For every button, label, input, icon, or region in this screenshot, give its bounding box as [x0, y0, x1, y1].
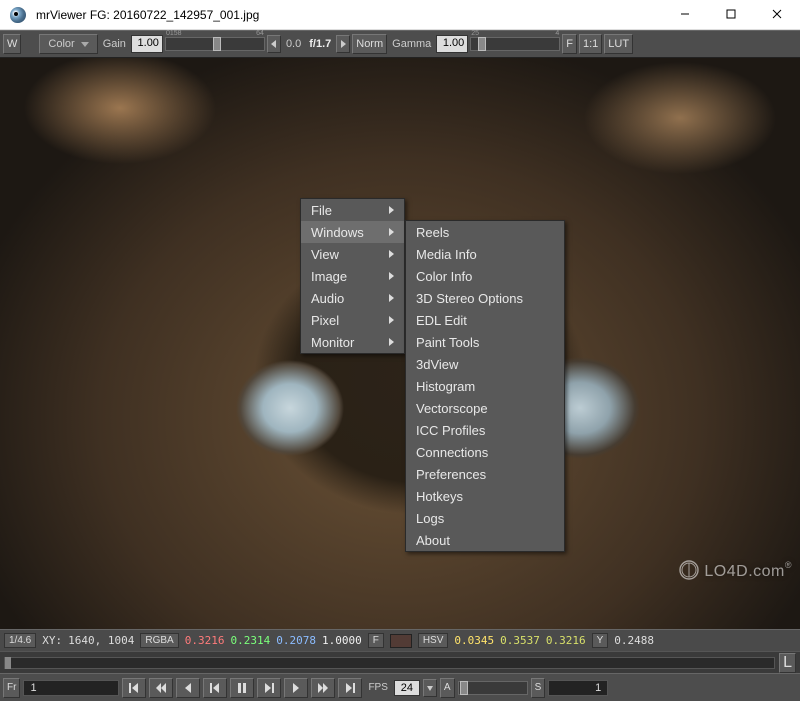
submenu-arrow-icon	[389, 316, 394, 324]
step-forward-button[interactable]	[311, 678, 335, 698]
scrub-slider[interactable]	[458, 681, 528, 695]
fstop-label: f/1.7	[306, 38, 334, 50]
app-body: W Color Gain 1.00 015864 0.0 f/1.7 Norm …	[0, 30, 800, 701]
hsv-button[interactable]: HSV	[418, 633, 449, 648]
window-title: mrViewer FG: 20160722_142957_001.jpg	[36, 8, 259, 22]
fr-button[interactable]: Fr	[3, 678, 20, 698]
s-value: 0.3537	[500, 634, 540, 647]
timeline-bar: L	[0, 651, 800, 673]
fps-input[interactable]: 24	[394, 680, 420, 696]
gain-label: Gain	[100, 38, 129, 50]
fps-label: FPS	[365, 682, 390, 693]
lut-button[interactable]: LUT	[604, 34, 633, 54]
submenu-item-edl-edit[interactable]: EDL Edit	[406, 309, 564, 331]
file-label: FG: 20160722_142957_001.jpg	[90, 8, 259, 22]
color-label: Color	[48, 38, 74, 50]
loop-button[interactable]: L	[779, 653, 796, 673]
y-button[interactable]: Y	[592, 633, 609, 648]
context-menu[interactable]: FileWindowsViewImageAudioPixelMonitor	[300, 198, 405, 354]
menu-item-image[interactable]: Image	[301, 265, 404, 287]
submenu-item-logs[interactable]: Logs	[406, 507, 564, 529]
submenu-item-reels[interactable]: Reels	[406, 221, 564, 243]
menu-item-pixel[interactable]: Pixel	[301, 309, 404, 331]
close-button[interactable]	[754, 0, 800, 30]
zoom-display[interactable]: 1/4.6	[4, 633, 36, 648]
submenu-arrow-icon	[389, 272, 394, 280]
gain-slider[interactable]: 015864	[165, 37, 265, 51]
minimize-button[interactable]	[662, 0, 708, 30]
ratio-button[interactable]: 1:1	[579, 34, 602, 54]
menu-item-view[interactable]: View	[301, 243, 404, 265]
v-value: 0.3216	[546, 634, 586, 647]
submenu-item-hotkeys[interactable]: Hotkeys	[406, 485, 564, 507]
menu-item-monitor[interactable]: Monitor	[301, 331, 404, 353]
gamma-input[interactable]: 1.00	[436, 35, 468, 53]
submenu-item-paint-tools[interactable]: Paint Tools	[406, 331, 564, 353]
frame-forward-button[interactable]	[284, 678, 308, 698]
r-value: 0.3216	[185, 634, 225, 647]
gamma-label: Gamma	[389, 38, 434, 50]
menu-item-windows[interactable]: Windows	[301, 221, 404, 243]
step-back-button[interactable]	[149, 678, 173, 698]
submenu-item-preferences[interactable]: Preferences	[406, 463, 564, 485]
windows-submenu[interactable]: ReelsMedia InfoColor Info3D Stereo Optio…	[405, 220, 565, 552]
submenu-item-3d-stereo-options[interactable]: 3D Stereo Options	[406, 287, 564, 309]
gamma-slider[interactable]: 254	[470, 37, 560, 51]
go-start-button[interactable]	[122, 678, 146, 698]
xy-label: XY:	[42, 634, 62, 647]
y-value: 0.2488	[614, 634, 654, 647]
b-value: 0.2078	[276, 634, 316, 647]
norm-button[interactable]: Norm	[352, 34, 387, 54]
a-value: 1.0000	[322, 634, 362, 647]
submenu-arrow-icon	[389, 338, 394, 346]
frame-input[interactable]: 1	[23, 680, 119, 696]
s-button[interactable]: S	[531, 678, 546, 698]
end-frame-input[interactable]: 1	[548, 680, 608, 696]
submenu-item-about[interactable]: About	[406, 529, 564, 551]
submenu-item-color-info[interactable]: Color Info	[406, 265, 564, 287]
submenu-item-connections[interactable]: Connections	[406, 441, 564, 463]
submenu-arrow-icon	[389, 228, 394, 236]
w-button[interactable]: W	[3, 34, 21, 54]
a-button[interactable]: A	[440, 678, 455, 698]
f-button[interactable]: F	[562, 34, 577, 54]
submenu-arrow-icon	[389, 206, 394, 214]
gain-input[interactable]: 1.00	[131, 35, 163, 53]
submenu-item-media-info[interactable]: Media Info	[406, 243, 564, 265]
play-back-button[interactable]	[203, 678, 227, 698]
h-value: 0.0345	[454, 634, 494, 647]
frame-back-button[interactable]	[176, 678, 200, 698]
top-toolbar: W Color Gain 1.00 015864 0.0 f/1.7 Norm …	[0, 30, 800, 58]
menu-item-file[interactable]: File	[301, 199, 404, 221]
go-end-button[interactable]	[338, 678, 362, 698]
submenu-item-vectorscope[interactable]: Vectorscope	[406, 397, 564, 419]
xy-value: 1640, 1004	[68, 634, 134, 647]
submenu-item-icc-profiles[interactable]: ICC Profiles	[406, 419, 564, 441]
fps-down-button[interactable]	[423, 679, 437, 697]
color-dropdown[interactable]: Color	[39, 34, 97, 54]
color-swatch	[390, 634, 412, 648]
g-value: 0.2314	[230, 634, 270, 647]
app-icon	[10, 7, 26, 23]
chevron-down-icon	[81, 42, 89, 47]
pause-button[interactable]	[230, 678, 254, 698]
fstop-right-button[interactable]	[336, 35, 350, 53]
image-viewport[interactable]: FileWindowsViewImageAudioPixelMonitor Re…	[0, 58, 800, 629]
submenu-arrow-icon	[389, 250, 394, 258]
window-titlebar: mrViewer FG: 20160722_142957_001.jpg	[0, 0, 800, 30]
play-forward-button[interactable]	[257, 678, 281, 698]
status-bar: 1/4.6 XY: 1640, 1004 RGBA 0.3216 0.2314 …	[0, 629, 800, 651]
menu-item-audio[interactable]: Audio	[301, 287, 404, 309]
timeline-track[interactable]	[4, 657, 775, 669]
fstop-value: 0.0	[283, 38, 304, 50]
rgba-button[interactable]: RGBA	[140, 633, 178, 648]
submenu-item-3dview[interactable]: 3dView	[406, 353, 564, 375]
maximize-button[interactable]	[708, 0, 754, 30]
fstop-left-button[interactable]	[267, 35, 281, 53]
f-status-button[interactable]: F	[368, 633, 384, 648]
submenu-arrow-icon	[389, 294, 394, 302]
submenu-item-histogram[interactable]: Histogram	[406, 375, 564, 397]
transport-bar: Fr 1 FPS 24 A S 1	[0, 673, 800, 701]
app-name: mrViewer	[36, 8, 86, 22]
